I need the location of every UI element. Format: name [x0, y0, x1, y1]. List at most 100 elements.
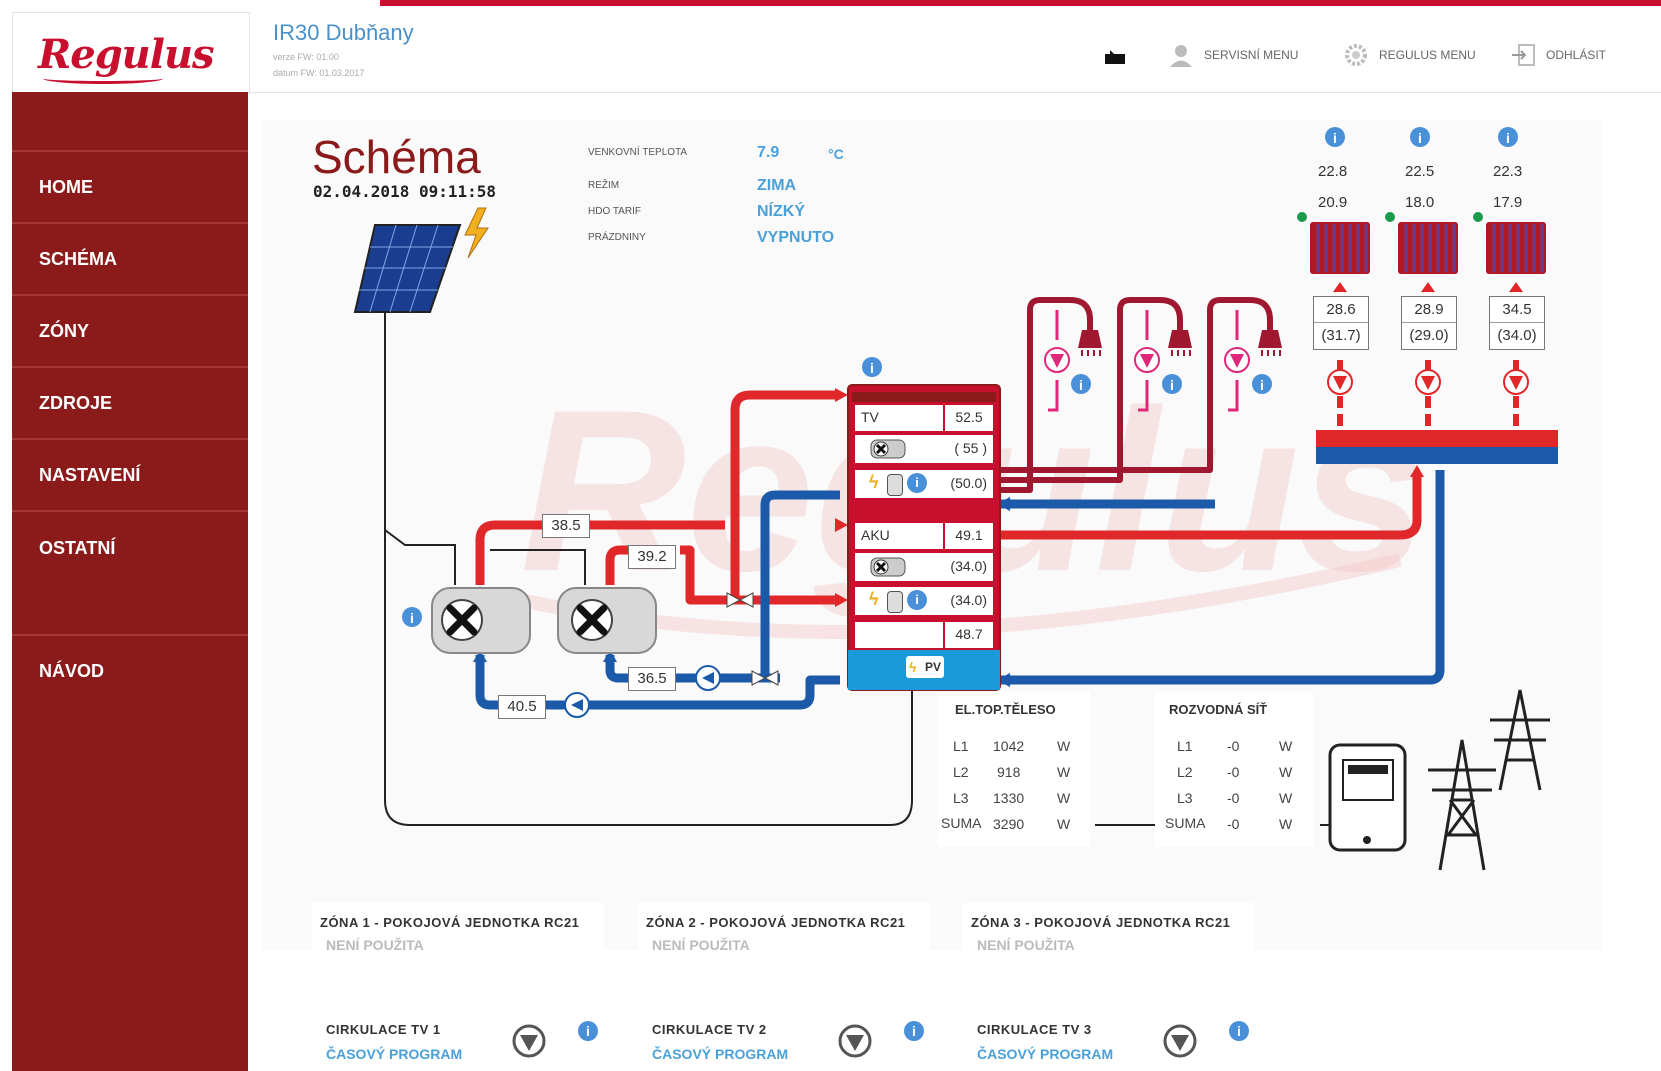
- heater-power-panel: EL.TOP.TĚLESO L1 1042 W L2 918 W L3 1330…: [937, 692, 1090, 847]
- mode-value: ZIMA: [757, 177, 797, 194]
- svg-text:i: i: [1170, 377, 1174, 393]
- radiator-3-flow-temp: 34.5: [1502, 301, 1532, 318]
- tariff-label: HDO TARIF: [588, 206, 641, 217]
- info-icon[interactable]: i: [577, 1020, 599, 1042]
- holiday-value: VYPNUTO: [757, 229, 835, 246]
- solar-panel-icon: [353, 224, 462, 313]
- heater-l2-label: L2: [953, 764, 969, 780]
- heat-pump-2[interactable]: [557, 587, 657, 654]
- heater-l1-unit: W: [1057, 738, 1071, 754]
- info-icon[interactable]: i: [1252, 374, 1272, 394]
- radiator-icon: [1297, 212, 1370, 274]
- lightning-icon: ϟ: [869, 589, 879, 609]
- circulation-card-3[interactable]: CIRKULACE TV 3 ČASOVÝ PROGRAM i: [963, 1010, 1255, 1071]
- tank-aku-label: AKU: [855, 523, 943, 549]
- tank-tv-setpoint: ( 55 ): [954, 440, 987, 456]
- svg-text:i: i: [410, 610, 414, 626]
- info-icon[interactable]: i: [907, 473, 927, 493]
- meter-icon: [1328, 743, 1407, 852]
- info-icon[interactable]: i: [907, 590, 927, 610]
- tank-tv-electric-row: ϟ i (50.0): [855, 470, 993, 498]
- pump-icon: [1503, 369, 1529, 395]
- grid-sum-label: SUMA: [1165, 815, 1206, 831]
- lightning-icon: [464, 207, 489, 259]
- zone-1-title: ZÓNA 1 - POKOJOVÁ JEDNOTKA RC21: [320, 915, 580, 930]
- circulation-card-2[interactable]: CIRKULACE TV 2 ČASOVÝ PROGRAM i: [638, 1010, 930, 1071]
- svg-text:i: i: [1237, 1023, 1241, 1039]
- lightning-icon: ϟ: [869, 472, 879, 492]
- heating-distributor: [1316, 430, 1558, 464]
- radiator-1-flow-temp: 28.6: [1326, 301, 1356, 318]
- radiator-2-set-temp: 18.0: [1405, 194, 1435, 211]
- info-icon[interactable]: i: [1498, 127, 1518, 147]
- grid-power-panel: ROZVODNÁ SÍŤ L1 -0 W L2 -0 W L3 -0 W SUM…: [1155, 692, 1313, 847]
- pump-icon[interactable]: [1163, 1024, 1197, 1058]
- circulation-2-status: ČASOVÝ PROGRAM: [652, 1046, 789, 1062]
- heater-l2-unit: W: [1057, 764, 1071, 780]
- grid-panel-title: ROZVODNÁ SÍŤ: [1169, 702, 1268, 717]
- pump-icon: [1134, 347, 1160, 373]
- heater-l1-value: 1042: [993, 738, 1025, 754]
- pump-icon[interactable]: [838, 1024, 872, 1058]
- tank-tv-electric-set: (50.0): [950, 475, 987, 491]
- grid-l1-label: L1: [1177, 738, 1193, 754]
- zone-3-status: NENÍ POUŽITA: [977, 937, 1075, 953]
- circulation-3-status: ČASOVÝ PROGRAM: [977, 1046, 1114, 1062]
- tariff-value: NÍZKÝ: [757, 203, 805, 220]
- pylon-icon: [1428, 689, 1550, 871]
- info-icon[interactable]: i: [1162, 374, 1182, 394]
- radiator-icon: [1473, 212, 1546, 274]
- zone-card-1[interactable]: ZÓNA 1 - POKOJOVÁ JEDNOTKA RC21 NENÍ POU…: [312, 903, 604, 996]
- pump-icon: [1415, 369, 1441, 395]
- outdoor-temp-label: VENKOVNÍ TEPLOTA: [588, 147, 688, 158]
- info-icon[interactable]: i: [1071, 374, 1091, 394]
- radiator-1-flow-set: (31.7): [1314, 322, 1368, 348]
- heater-sum-label: SUMA: [941, 815, 982, 831]
- pump-icon: [695, 665, 721, 691]
- shower-icon: [1258, 330, 1282, 356]
- hp2-return-temp: 36.5: [628, 667, 676, 691]
- info-icon[interactable]: i: [862, 357, 882, 377]
- fan-icon: [870, 439, 906, 459]
- zone-card-3[interactable]: ZÓNA 3 - POKOJOVÁ JEDNOTKA RC21 NENÍ POU…: [963, 903, 1255, 996]
- pump-icon: [1044, 347, 1070, 373]
- grid-l1-value: -0: [1227, 738, 1240, 754]
- svg-text:i: i: [586, 1023, 590, 1039]
- heat-pump-1[interactable]: [431, 587, 531, 654]
- tank-tv-value: 52.5: [945, 405, 993, 431]
- date-time: 02.04.2018 09:11:58: [313, 182, 497, 201]
- tank-bottom-value: 48.7: [945, 622, 993, 648]
- hp-return-temp: 40.5: [498, 695, 546, 719]
- info-icon[interactable]: i: [903, 1020, 925, 1042]
- svg-text:i: i: [1079, 377, 1083, 393]
- grid-sum-value: -0: [1227, 816, 1240, 832]
- zone-2-status: NENÍ POUŽITA: [652, 937, 750, 953]
- circulation-1-title: CIRKULACE TV 1: [326, 1022, 441, 1037]
- grid-sum-unit: W: [1279, 816, 1293, 832]
- circulation-card-1[interactable]: CIRKULACE TV 1 ČASOVÝ PROGRAM i: [312, 1010, 604, 1071]
- radiator-3-room-temp: 22.3: [1493, 163, 1523, 180]
- zone-2-title: ZÓNA 2 - POKOJOVÁ JEDNOTKA RC21: [646, 915, 906, 930]
- info-icon[interactable]: i: [1410, 127, 1430, 147]
- circulation-3-title: CIRKULACE TV 3: [977, 1022, 1092, 1037]
- heater-icon: [887, 474, 903, 496]
- pump-icon[interactable]: [512, 1024, 546, 1058]
- radiator-3-flow-box: 34.5 (34.0): [1489, 296, 1545, 350]
- zone-card-2[interactable]: ZÓNA 2 - POKOJOVÁ JEDNOTKA RC21 NENÍ POU…: [638, 903, 930, 996]
- radiator-2-room-temp: 22.5: [1405, 163, 1435, 180]
- heater-sum-value: 3290: [993, 816, 1025, 832]
- grid-l3-unit: W: [1279, 790, 1293, 806]
- zone-3-title: ZÓNA 3 - POKOJOVÁ JEDNOTKA RC21: [971, 915, 1231, 930]
- heater-panel-title: EL.TOP.TĚLESO: [955, 702, 1056, 717]
- radiator-1-room-temp: 22.8: [1318, 163, 1348, 180]
- outdoor-temp-value: 7.9: [757, 144, 780, 161]
- heater-l1-label: L1: [953, 738, 969, 754]
- mode-label: REŽIM: [588, 180, 620, 191]
- info-icon[interactable]: i: [1228, 1020, 1250, 1042]
- info-icon[interactable]: i: [402, 607, 422, 627]
- circulation-1-status: ČASOVÝ PROGRAM: [326, 1046, 463, 1062]
- circulation-2-title: CIRKULACE TV 2: [652, 1022, 767, 1037]
- info-icon[interactable]: i: [1325, 127, 1345, 147]
- heater-icon: [887, 591, 903, 613]
- svg-text:i: i: [1333, 130, 1337, 146]
